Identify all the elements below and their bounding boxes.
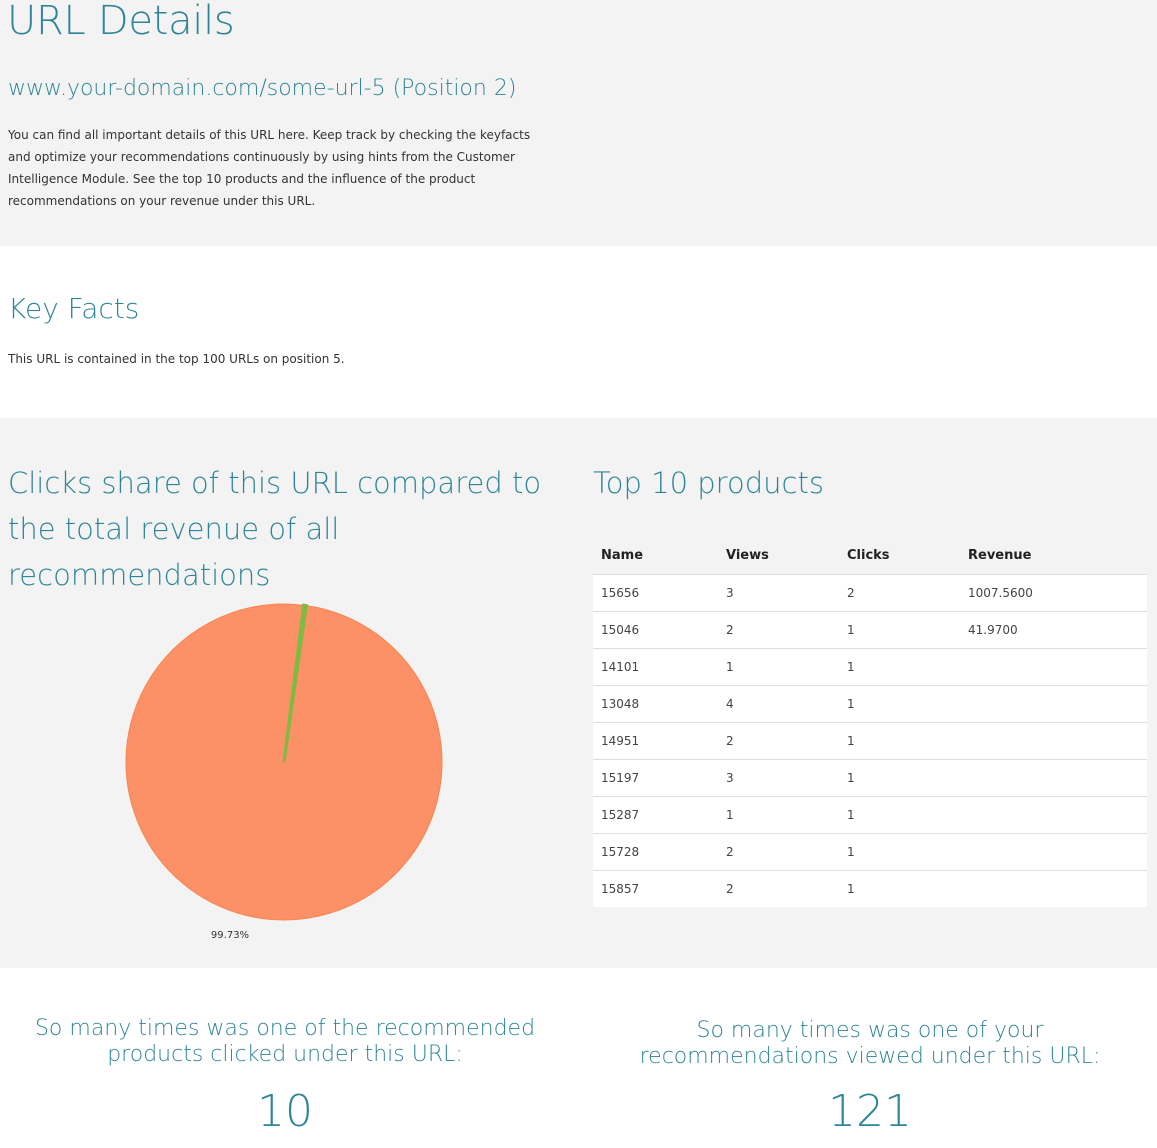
- table-row: 14951 2 1: [593, 721, 1147, 759]
- cell-revenue: [960, 684, 1147, 722]
- url-subtitle: www.your-domain.com/some-url-5 (Position…: [8, 76, 517, 101]
- table-header-row: Name Views Clicks Revenue: [593, 538, 1147, 574]
- cell-clicks: 1: [839, 610, 960, 648]
- table-row: 15857 2 1: [593, 869, 1147, 907]
- column-header-name[interactable]: Name: [593, 538, 718, 574]
- cell-revenue: [960, 795, 1147, 833]
- cell-name: 15656: [593, 573, 718, 611]
- header-section: URL Details www.your-domain.com/some-url…: [0, 0, 1157, 246]
- table-row: 15046 2 1 41.9700: [593, 610, 1147, 648]
- page-title: URL Details: [7, 0, 235, 44]
- cell-name: 15197: [593, 758, 718, 796]
- column-header-views[interactable]: Views: [718, 538, 839, 574]
- table-body: 15656 3 2 1007.5600 15046 2 1 41.9700 14101 1 1 130…: [593, 573, 1147, 907]
- cell-views: 4: [718, 684, 839, 722]
- cell-revenue: [960, 758, 1147, 796]
- table-row: 15197 3 1: [593, 758, 1147, 796]
- pie-data-label: 99.73%: [211, 930, 249, 941]
- intro-text: You can find all important details of th…: [8, 128, 531, 208]
- clicked-counter-label: So many times was one of the recommended…: [34, 1016, 536, 1067]
- column-header-clicks[interactable]: Clicks: [839, 538, 960, 574]
- cell-views: 2: [718, 832, 839, 870]
- cell-revenue: [960, 832, 1147, 870]
- cell-views: 2: [718, 610, 839, 648]
- table-row: 14101 1 1: [593, 647, 1147, 685]
- cell-views: 1: [718, 647, 839, 685]
- pie-chart-title: Clicks share of this URL compared to the…: [8, 466, 542, 592]
- cell-name: 14101: [593, 647, 718, 685]
- cell-views: 2: [718, 721, 839, 759]
- cell-name: 15728: [593, 832, 718, 870]
- table-row: 15287 1 1: [593, 795, 1147, 833]
- cell-views: 3: [718, 758, 839, 796]
- key-facts-title: Key Facts: [8, 292, 140, 325]
- cell-clicks: 1: [839, 647, 960, 685]
- cell-clicks: 1: [839, 684, 960, 722]
- cell-clicks: 1: [839, 721, 960, 759]
- cell-views: 1: [718, 795, 839, 833]
- cell-revenue: [960, 869, 1147, 907]
- column-header-revenue[interactable]: Revenue: [960, 538, 1147, 574]
- cell-name: 15857: [593, 869, 718, 907]
- key-facts-section: Key Facts This URL is contained in the t…: [0, 246, 1157, 418]
- cell-clicks: 1: [839, 832, 960, 870]
- viewed-counter-value: 121: [828, 1086, 912, 1137]
- cell-revenue: 41.9700: [960, 610, 1147, 648]
- table-row: 13048 4 1: [593, 684, 1147, 722]
- pie-chart: 99.73%: [120, 588, 450, 948]
- cell-name: 13048: [593, 684, 718, 722]
- cell-clicks: 1: [839, 869, 960, 907]
- pie-chart-svg: 99.73%: [125, 603, 443, 941]
- clicked-counter-value: 10: [257, 1086, 313, 1137]
- cell-revenue: [960, 721, 1147, 759]
- cell-name: 14951: [593, 721, 718, 759]
- cell-revenue: 1007.5600: [960, 573, 1147, 611]
- charts-section: Clicks share of this URL compared to the…: [0, 418, 1157, 968]
- top10-title: Top 10 products: [593, 466, 824, 500]
- counters-section: So many times was one of the recommended…: [0, 968, 1157, 1148]
- cell-views: 3: [718, 573, 839, 611]
- cell-name: 15287: [593, 795, 718, 833]
- cell-clicks: 1: [839, 795, 960, 833]
- top10-table: Name Views Clicks Revenue 15656 3 2 1007.56…: [593, 538, 1147, 907]
- viewed-counter-label: So many times was one of your recommenda…: [639, 1018, 1101, 1069]
- cell-views: 2: [718, 869, 839, 907]
- table-row: 15728 2 1: [593, 832, 1147, 870]
- cell-clicks: 1: [839, 758, 960, 796]
- key-facts-text: This URL is contained in the top 100 URL…: [8, 352, 345, 366]
- cell-clicks: 2: [839, 573, 960, 611]
- table-row: 15656 3 2 1007.5600: [593, 573, 1147, 611]
- cell-revenue: [960, 647, 1147, 685]
- cell-name: 15046: [593, 610, 718, 648]
